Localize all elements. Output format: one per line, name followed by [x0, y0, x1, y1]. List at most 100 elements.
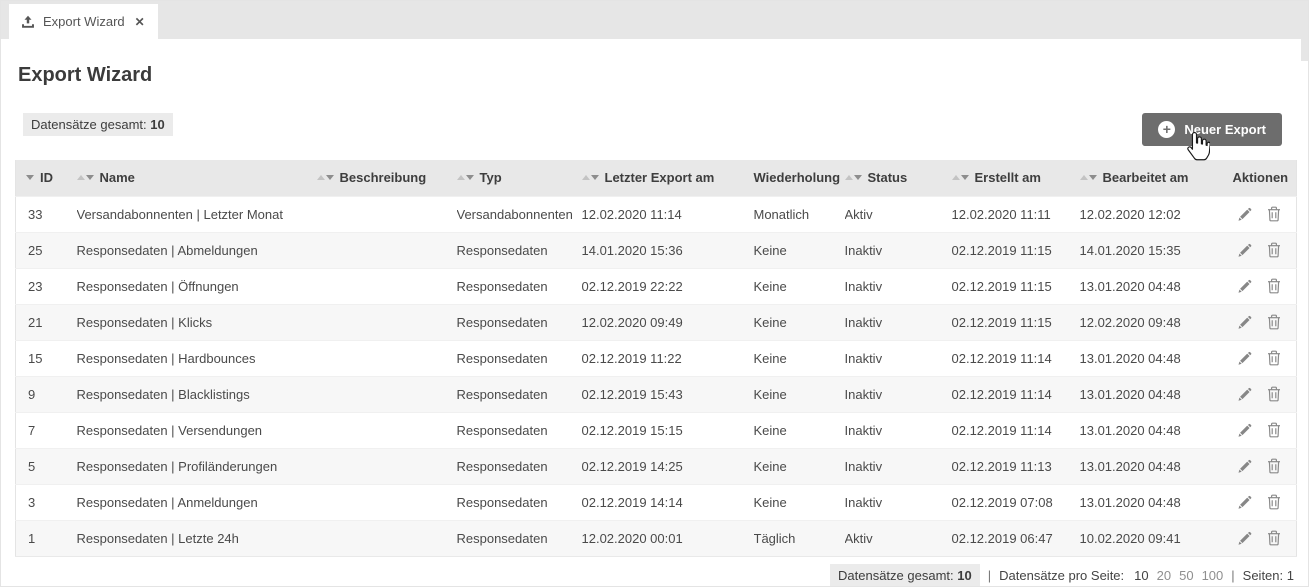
new-export-button[interactable]: + Neuer Export	[1142, 113, 1282, 146]
per-page-option-20[interactable]: 20	[1157, 568, 1171, 583]
cell-letzter-export: 02.12.2019 14:14	[582, 484, 754, 520]
table-row: 7 Responsedaten | Versendungen Responsed…	[16, 412, 1297, 448]
cell-name: Responsedaten | Abmeldungen	[77, 232, 317, 268]
table-row: 25 Responsedaten | Abmeldungen Responsed…	[16, 232, 1297, 268]
delete-trash-icon[interactable]	[1267, 206, 1281, 222]
edit-pencil-icon[interactable]	[1237, 207, 1252, 222]
edit-pencil-icon[interactable]	[1237, 423, 1252, 438]
per-page-option-100[interactable]: 100	[1202, 568, 1224, 583]
edit-pencil-icon[interactable]	[1237, 351, 1252, 366]
cell-erstellt: 02.12.2019 11:14	[952, 412, 1080, 448]
per-page-option-50[interactable]: 50	[1179, 568, 1193, 583]
column-header-wiederholung: Wiederholung	[754, 160, 845, 196]
table-row: 15 Responsedaten | Hardbounces Responsed…	[16, 340, 1297, 376]
records-total-label: Datensätze gesamt:	[31, 117, 147, 132]
tab-close-icon[interactable]: ✕	[135, 15, 145, 29]
sort-icon	[1080, 175, 1097, 180]
cell-name: Versandabonnenten | Letzter Monat	[77, 196, 317, 232]
cell-beschreibung	[317, 232, 457, 268]
edit-pencil-icon[interactable]	[1237, 531, 1252, 546]
column-header-bearbeitet[interactable]: Bearbeitet am	[1080, 160, 1221, 196]
delete-trash-icon[interactable]	[1267, 314, 1281, 330]
cell-erstellt: 02.12.2019 11:15	[952, 268, 1080, 304]
footer-records-total-label: Datensätze gesamt:	[838, 568, 954, 583]
column-label: Beschreibung	[340, 170, 427, 185]
cell-name: Responsedaten | Versendungen	[77, 412, 317, 448]
delete-trash-icon[interactable]	[1267, 494, 1281, 510]
cell-aktionen	[1221, 196, 1297, 232]
table-row: 21 Responsedaten | Klicks Responsedaten …	[16, 304, 1297, 340]
cell-wiederholung: Keine	[754, 376, 845, 412]
delete-trash-icon[interactable]	[1267, 422, 1281, 438]
tab-export-wizard[interactable]: Export Wizard ✕	[9, 4, 158, 39]
cell-id: 23	[16, 268, 77, 304]
column-header-erstellt[interactable]: Erstellt am	[952, 160, 1080, 196]
edit-pencil-icon[interactable]	[1237, 495, 1252, 510]
cell-beschreibung	[317, 484, 457, 520]
cell-id: 21	[16, 304, 77, 340]
toolbar: Datensätze gesamt: 10 + Neuer Export	[23, 113, 1282, 147]
column-label: Name	[100, 170, 135, 185]
cell-id: 25	[16, 232, 77, 268]
delete-trash-icon[interactable]	[1267, 350, 1281, 366]
column-header-typ[interactable]: Typ	[457, 160, 582, 196]
cell-aktionen	[1221, 448, 1297, 484]
table-row: 23 Responsedaten | Öffnungen Responsedat…	[16, 268, 1297, 304]
cell-name: Responsedaten | Öffnungen	[77, 268, 317, 304]
cell-typ: Responsedaten	[457, 268, 582, 304]
column-header-beschreibung[interactable]: Beschreibung	[317, 160, 457, 196]
edit-pencil-icon[interactable]	[1237, 315, 1252, 330]
column-label: ID	[40, 170, 53, 185]
cell-typ: Responsedaten	[457, 232, 582, 268]
cell-wiederholung: Keine	[754, 304, 845, 340]
cell-name: Responsedaten | Anmeldungen	[77, 484, 317, 520]
delete-trash-icon[interactable]	[1267, 458, 1281, 474]
cell-bearbeitet: 13.01.2020 04:48	[1080, 340, 1221, 376]
column-label: Wiederholung	[754, 170, 841, 185]
cell-letzter-export: 02.12.2019 11:22	[582, 340, 754, 376]
sort-icon	[77, 175, 94, 180]
column-header-status[interactable]: Status	[845, 160, 952, 196]
cell-letzter-export: 12.02.2020 00:01	[582, 520, 754, 556]
cell-beschreibung	[317, 448, 457, 484]
sort-icon	[317, 175, 334, 180]
sort-desc-icon	[26, 175, 34, 180]
cell-id: 7	[16, 412, 77, 448]
cell-bearbeitet: 13.01.2020 04:48	[1080, 376, 1221, 412]
cell-beschreibung	[317, 196, 457, 232]
column-label: Erstellt am	[975, 170, 1041, 185]
sort-icon	[582, 175, 599, 180]
cell-bearbeitet: 13.01.2020 04:48	[1080, 448, 1221, 484]
delete-trash-icon[interactable]	[1267, 242, 1281, 258]
cell-erstellt: 02.12.2019 11:14	[952, 376, 1080, 412]
cell-status: Aktiv	[845, 196, 952, 232]
cell-aktionen	[1221, 268, 1297, 304]
delete-trash-icon[interactable]	[1267, 278, 1281, 294]
cell-letzter-export: 14.01.2020 15:36	[582, 232, 754, 268]
column-header-id[interactable]: ID	[16, 160, 77, 196]
plus-circle-icon: +	[1158, 121, 1175, 138]
cell-beschreibung	[317, 376, 457, 412]
delete-trash-icon[interactable]	[1267, 530, 1281, 546]
column-label: Bearbeitet am	[1103, 170, 1189, 185]
edit-pencil-icon[interactable]	[1237, 459, 1252, 474]
tab-label: Export Wizard	[43, 14, 125, 29]
cell-wiederholung: Keine	[754, 232, 845, 268]
edit-pencil-icon[interactable]	[1237, 279, 1252, 294]
cell-beschreibung	[317, 412, 457, 448]
column-header-name[interactable]: Name	[77, 160, 317, 196]
edit-pencil-icon[interactable]	[1237, 243, 1252, 258]
cell-wiederholung: Keine	[754, 484, 845, 520]
column-header-letzter-export[interactable]: Letzter Export am	[582, 160, 754, 196]
edit-pencil-icon[interactable]	[1237, 387, 1252, 402]
per-page-option-10: 10	[1134, 568, 1148, 583]
cell-erstellt: 02.12.2019 11:15	[952, 304, 1080, 340]
cell-aktionen	[1221, 520, 1297, 556]
cell-status: Inaktiv	[845, 232, 952, 268]
column-label: Status	[868, 170, 908, 185]
cell-status: Inaktiv	[845, 484, 952, 520]
cell-bearbeitet: 13.01.2020 04:48	[1080, 412, 1221, 448]
cell-status: Inaktiv	[845, 268, 952, 304]
delete-trash-icon[interactable]	[1267, 386, 1281, 402]
cell-typ: Versandabonnenten	[457, 196, 582, 232]
